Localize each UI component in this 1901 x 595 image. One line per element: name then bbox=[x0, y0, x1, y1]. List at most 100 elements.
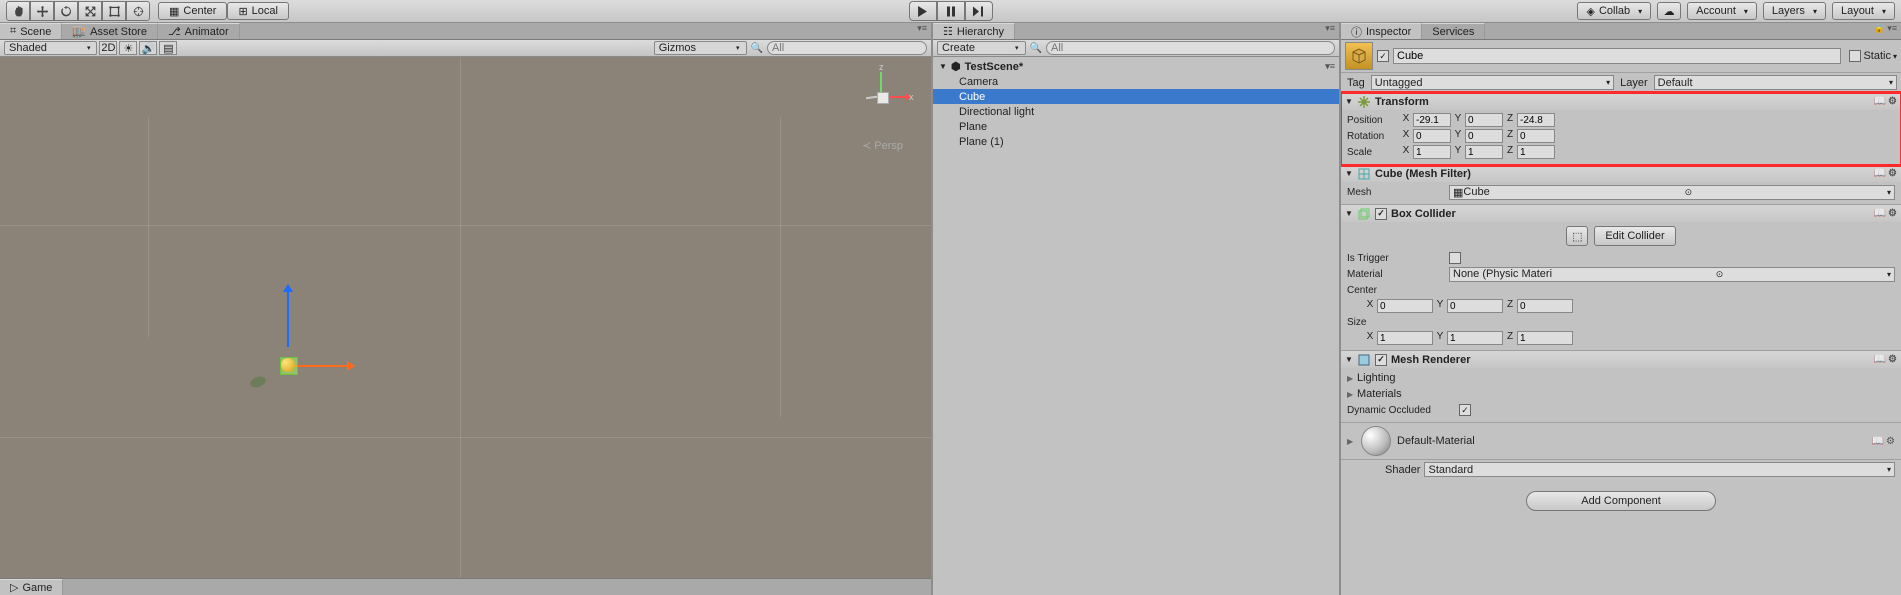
expand-lighting[interactable]: ▶ bbox=[1347, 374, 1355, 383]
scale-x-input[interactable] bbox=[1413, 145, 1451, 159]
account-dropdown[interactable]: Account bbox=[1687, 2, 1757, 20]
fold-icon[interactable]: ▼ bbox=[1345, 97, 1353, 106]
hierarchy-item-plane1[interactable]: Plane (1) bbox=[933, 134, 1339, 149]
help-icon[interactable]: 📖 bbox=[1874, 96, 1886, 107]
tag-dropdown[interactable]: Untagged bbox=[1371, 75, 1614, 90]
scale-z-input[interactable] bbox=[1517, 145, 1555, 159]
projection-label[interactable]: ≺ Persp bbox=[862, 139, 903, 152]
rotation-z-input[interactable] bbox=[1517, 129, 1555, 143]
orientation-gizmo[interactable]: x z bbox=[851, 72, 911, 132]
hierarchy-scene-row[interactable]: ▼⬢TestScene*▾≡ bbox=[933, 59, 1339, 74]
center-x-input[interactable] bbox=[1377, 299, 1433, 313]
is-trigger-checkbox[interactable] bbox=[1449, 252, 1461, 264]
fold-icon[interactable]: ▼ bbox=[1345, 209, 1353, 218]
center-y-input[interactable] bbox=[1447, 299, 1503, 313]
step-button[interactable] bbox=[965, 1, 993, 21]
material-preview-icon[interactable] bbox=[1361, 426, 1391, 456]
draw-mode-dropdown[interactable]: Shaded bbox=[4, 41, 97, 55]
pivot-local-button[interactable]: ⊞Local bbox=[227, 2, 289, 20]
tab-menu-icon[interactable]: ▾≡ bbox=[917, 23, 927, 39]
help-icon[interactable]: 📖 bbox=[1874, 168, 1886, 179]
help-icon[interactable]: 📖 bbox=[1874, 208, 1886, 219]
center-z-input[interactable] bbox=[1517, 299, 1573, 313]
create-dropdown[interactable]: Create bbox=[937, 41, 1026, 55]
fold-icon[interactable]: ▼ bbox=[1345, 169, 1353, 178]
dyn-occluded-checkbox[interactable] bbox=[1459, 404, 1471, 416]
static-checkbox[interactable] bbox=[1849, 50, 1861, 62]
object-picker-icon[interactable]: ⊙ bbox=[1685, 187, 1693, 198]
size-x-input[interactable] bbox=[1377, 331, 1433, 345]
position-z-input[interactable] bbox=[1517, 113, 1555, 127]
layers-dropdown[interactable]: Layers bbox=[1763, 2, 1826, 20]
gear-icon[interactable]: ⚙ bbox=[1886, 436, 1895, 447]
shader-dropdown[interactable]: Standard bbox=[1424, 462, 1895, 477]
help-icon[interactable]: 📖 bbox=[1872, 436, 1884, 447]
hier-tab-menu-icon[interactable]: ▾≡ bbox=[1325, 23, 1335, 39]
hand-tool[interactable] bbox=[6, 1, 30, 21]
chevron-down-icon[interactable]: ▾ bbox=[1893, 52, 1897, 61]
insp-tab-menu-icon[interactable]: 🔒 ▾≡ bbox=[1874, 23, 1897, 39]
rotate-tool[interactable] bbox=[54, 1, 78, 21]
hierarchy-search-input[interactable] bbox=[1046, 41, 1335, 55]
renderer-enable-checkbox[interactable] bbox=[1375, 354, 1387, 366]
tab-services[interactable]: Services bbox=[1422, 23, 1485, 39]
tab-inspector[interactable]: ⓘInspector bbox=[1341, 23, 1422, 39]
tab-game[interactable]: ▷Game bbox=[0, 579, 63, 595]
move-y-handle[interactable] bbox=[287, 287, 289, 347]
mesh-renderer-header[interactable]: ▼ Mesh Renderer 📖⚙ bbox=[1341, 351, 1901, 368]
tab-scene[interactable]: ⌗Scene bbox=[0, 23, 62, 39]
layer-dropdown[interactable]: Default bbox=[1654, 75, 1897, 90]
hierarchy-item-cube[interactable]: Cube bbox=[933, 89, 1339, 104]
scene-viewport[interactable]: x z ≺ Persp bbox=[0, 57, 931, 578]
rotation-y-input[interactable] bbox=[1465, 129, 1503, 143]
hierarchy-item-camera[interactable]: Camera bbox=[933, 74, 1339, 89]
gizmos-dropdown[interactable]: Gizmos bbox=[654, 41, 747, 55]
position-y-input[interactable] bbox=[1465, 113, 1503, 127]
mesh-field[interactable]: ▦Cube⊙ bbox=[1449, 185, 1895, 200]
move-x-handle[interactable] bbox=[292, 365, 352, 367]
transform-tool[interactable] bbox=[126, 1, 150, 21]
move-origin-handle[interactable] bbox=[281, 358, 295, 372]
edit-collider-button[interactable]: Edit Collider bbox=[1594, 226, 1675, 246]
light-toggle[interactable]: ☀ bbox=[119, 41, 137, 55]
tab-animator[interactable]: ⎇Animator bbox=[158, 23, 240, 39]
hierarchy-item-plane[interactable]: Plane bbox=[933, 119, 1339, 134]
gameobject-name-input[interactable] bbox=[1393, 48, 1841, 64]
play-button[interactable] bbox=[909, 1, 937, 21]
phys-material-field[interactable]: None (Physic Materi⊙ bbox=[1449, 267, 1895, 282]
scale-tool[interactable] bbox=[78, 1, 102, 21]
tab-asset-store[interactable]: 🏬Asset Store bbox=[62, 23, 158, 39]
pause-button[interactable] bbox=[937, 1, 965, 21]
layout-dropdown[interactable]: Layout bbox=[1832, 2, 1895, 20]
gear-icon[interactable]: ⚙ bbox=[1888, 208, 1897, 219]
pivot-center-button[interactable]: ▦Center bbox=[158, 2, 227, 20]
mode-2d-toggle[interactable]: 2D bbox=[99, 41, 117, 55]
fold-icon[interactable]: ▼ bbox=[1345, 355, 1353, 364]
collab-dropdown[interactable]: ◈Collab bbox=[1577, 2, 1651, 20]
gear-icon[interactable]: ⚙ bbox=[1888, 168, 1897, 179]
gear-icon[interactable]: ⚙ bbox=[1888, 96, 1897, 107]
size-z-input[interactable] bbox=[1517, 331, 1573, 345]
rect-tool[interactable] bbox=[102, 1, 126, 21]
rotation-x-input[interactable] bbox=[1413, 129, 1451, 143]
scene-menu-icon[interactable]: ▾≡ bbox=[1325, 61, 1335, 72]
add-component-button[interactable]: Add Component bbox=[1526, 491, 1716, 511]
tab-hierarchy[interactable]: ☷Hierarchy bbox=[933, 23, 1015, 39]
transform-header[interactable]: ▼ Transform 📖⚙ bbox=[1341, 93, 1901, 110]
move-tool[interactable] bbox=[30, 1, 54, 21]
expand-materials[interactable]: ▶ bbox=[1347, 390, 1355, 399]
gameobject-icon[interactable] bbox=[1345, 42, 1373, 70]
size-y-input[interactable] bbox=[1447, 331, 1503, 345]
active-checkbox[interactable] bbox=[1377, 50, 1389, 62]
help-icon[interactable]: 📖 bbox=[1874, 354, 1886, 365]
fx-toggle[interactable]: ▤ bbox=[159, 41, 177, 55]
scale-y-input[interactable] bbox=[1465, 145, 1503, 159]
scene-search-input[interactable] bbox=[767, 41, 927, 55]
expand-material[interactable]: ▶ bbox=[1347, 437, 1355, 446]
audio-toggle[interactable]: 🔊 bbox=[139, 41, 157, 55]
box-collider-header[interactable]: ▼ Box Collider 📖⚙ bbox=[1341, 205, 1901, 222]
object-picker-icon[interactable]: ⊙ bbox=[1716, 269, 1724, 280]
expand-icon[interactable]: ▼ bbox=[939, 62, 947, 71]
cloud-button[interactable]: ☁ bbox=[1657, 2, 1681, 20]
edit-collider-mode-button[interactable]: ⬚ bbox=[1566, 226, 1588, 246]
